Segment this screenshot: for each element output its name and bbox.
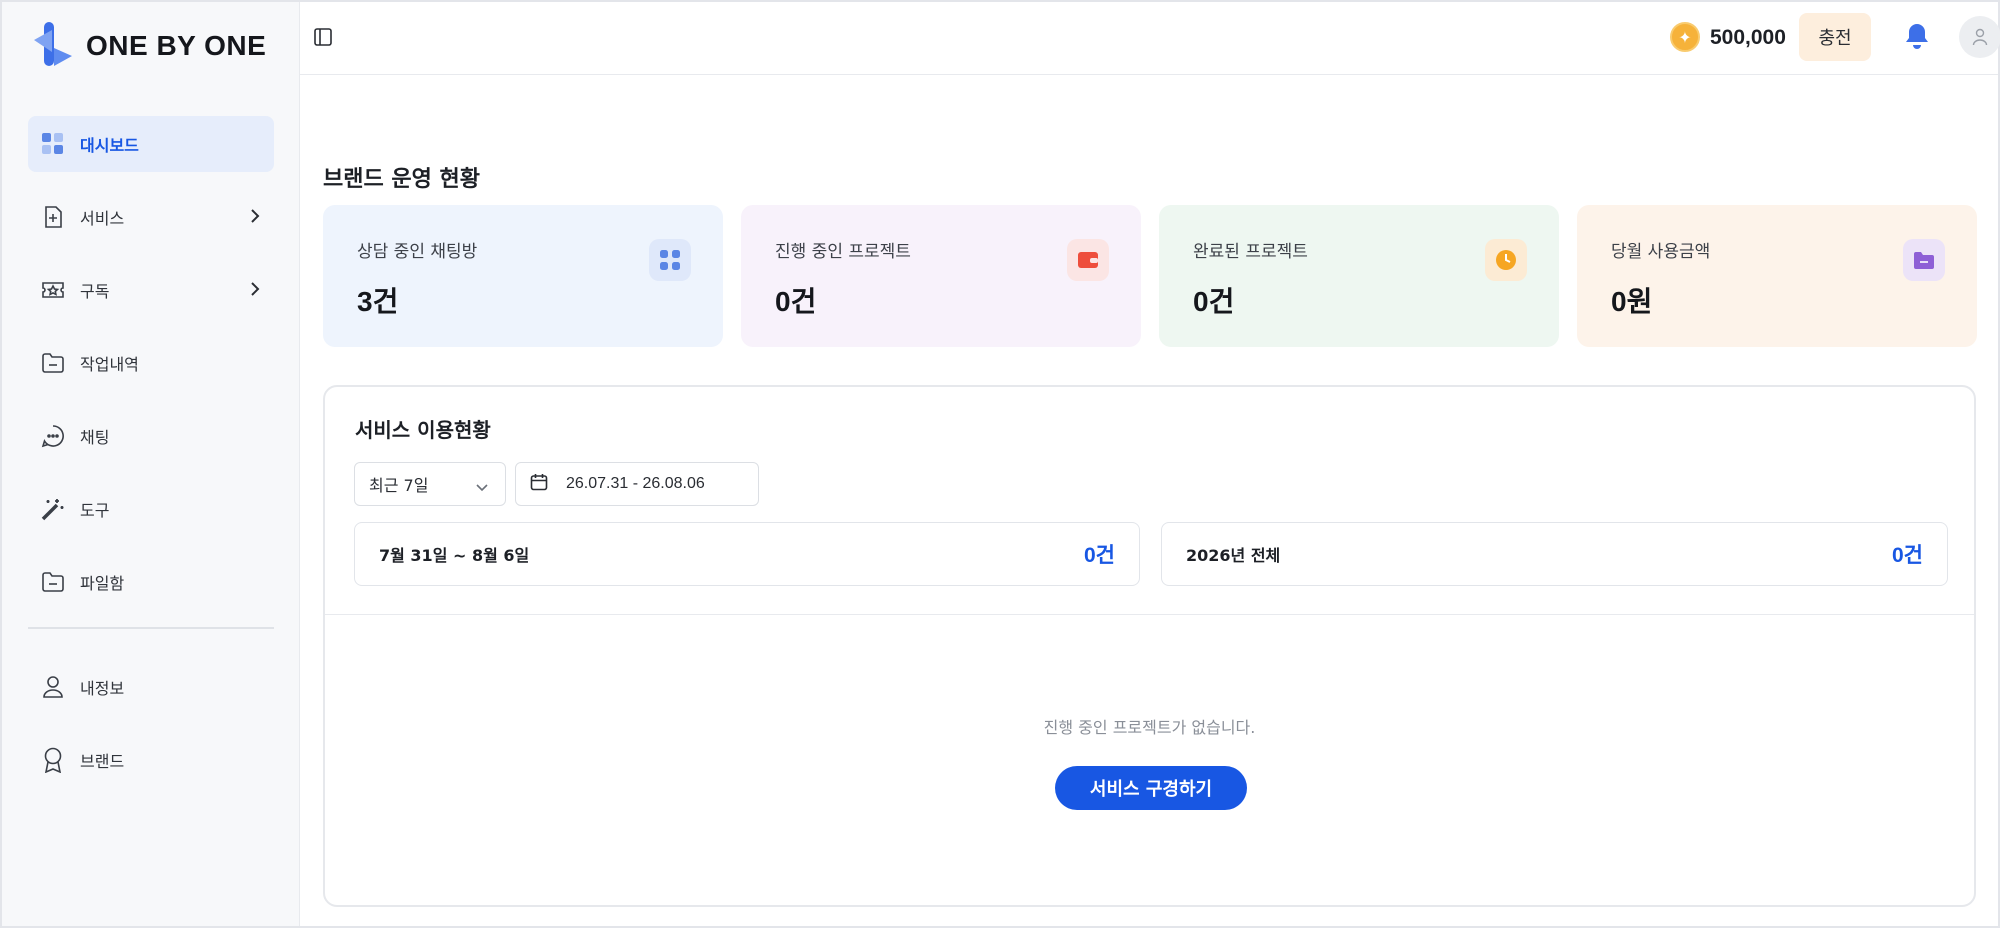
- stat-label: 당월 사용금액: [1611, 242, 1711, 262]
- avatar[interactable]: [1959, 16, 2000, 58]
- page-title: 브랜드 운영 현황: [323, 167, 480, 192]
- stat-label: 상담 중인 채팅방: [357, 242, 478, 262]
- sidebar-item-label: 작업내역: [80, 355, 139, 374]
- folder-icon: [40, 569, 66, 595]
- stat-label: 진행 중인 프로젝트: [775, 242, 911, 262]
- logo-mark-icon: [32, 22, 74, 70]
- summary-label: 2026년 전체: [1186, 546, 1281, 565]
- sidebar-toggle-icon[interactable]: [314, 28, 332, 50]
- stat-label: 완료된 프로젝트: [1193, 242, 1308, 262]
- sidebar-nav: 대시보드 서비스 구독 작업내역 채팅 도구 파일함 내정보 브랜드: [28, 116, 274, 805]
- award-ribbon-icon: [40, 747, 66, 773]
- period-select-value: 최근 7일: [369, 476, 429, 495]
- add-document-icon: [40, 204, 66, 230]
- service-usage-panel: 서비스 이용현황 최근 7일 26.07.31 - 26.08.06 7월 31…: [323, 385, 1976, 907]
- chevron-down-icon: [475, 478, 489, 497]
- folder-icon: [40, 350, 66, 376]
- sidebar-item-label: 내정보: [80, 679, 125, 698]
- sidebar-item-label: 도구: [80, 501, 110, 520]
- sidebar-item-dashboard[interactable]: 대시보드: [28, 116, 274, 172]
- stat-card-completed-projects[interactable]: 완료된 프로젝트 0건: [1159, 205, 1559, 347]
- date-range-value: 26.07.31 - 26.08.06: [566, 475, 705, 492]
- sidebar-item-tools[interactable]: 도구: [28, 481, 274, 537]
- dashboard-grid-icon: [40, 131, 66, 157]
- stat-value: 3건: [357, 286, 399, 317]
- user-icon: [40, 674, 66, 700]
- sidebar-item-label: 브랜드: [80, 752, 125, 771]
- empty-state-text: 진행 중인 프로젝트가 없습니다.: [1043, 718, 1256, 737]
- ticket-icon: [40, 277, 66, 303]
- period-select[interactable]: 최근 7일: [354, 462, 506, 506]
- sidebar-item-brand[interactable]: 브랜드: [28, 732, 274, 788]
- sidebar-item-label: 채팅: [80, 428, 110, 447]
- summary-label: 7월 31일 ~ 8월 6일: [379, 546, 530, 565]
- topbar: ✦ 500,000 충전: [300, 2, 2000, 75]
- logo-text: ONE BY ONE: [86, 30, 267, 61]
- summary-value: 0건: [1892, 544, 1923, 567]
- sidebar-item-chat[interactable]: 채팅: [28, 408, 274, 464]
- calendar-icon: [530, 473, 548, 495]
- wallet-icon: [1067, 239, 1109, 281]
- sidebar-item-my-info[interactable]: 내정보: [28, 659, 274, 715]
- brand-logo[interactable]: ONE BY ONE: [32, 22, 266, 70]
- folder-icon: [1903, 239, 1945, 281]
- sidebar-item-file-box[interactable]: 파일함: [28, 554, 274, 610]
- stat-value: 0건: [775, 286, 817, 317]
- stat-value: 0원: [1611, 286, 1653, 317]
- sidebar-divider: [28, 627, 274, 629]
- stat-card-monthly-spend[interactable]: 당월 사용금액 0원: [1577, 205, 1977, 347]
- stat-card-active-projects[interactable]: 진행 중인 프로젝트 0건: [741, 205, 1141, 347]
- balance-amount: 500,000: [1710, 26, 1786, 49]
- chat-bubble-icon: [40, 423, 66, 449]
- summary-week: 7월 31일 ~ 8월 6일 0건: [354, 522, 1140, 586]
- charge-button[interactable]: 충전: [1799, 13, 1871, 61]
- sidebar: ONE BY ONE 대시보드 서비스 구독 작업내역 채팅 도구 파일함 내정…: [2, 2, 300, 926]
- sidebar-item-label: 파일함: [80, 574, 125, 593]
- summary-year: 2026년 전체 0건: [1161, 522, 1948, 586]
- stat-card-chatrooms[interactable]: 상담 중인 채팅방 3건: [323, 205, 723, 347]
- chevron-right-icon: [250, 281, 260, 301]
- stat-value: 0건: [1193, 286, 1235, 317]
- coin-icon: ✦: [1670, 22, 1700, 52]
- usage-divider: [325, 614, 1974, 615]
- sidebar-item-service[interactable]: 서비스: [28, 189, 274, 245]
- sidebar-item-label: 서비스: [80, 209, 125, 228]
- summary-value: 0건: [1084, 544, 1115, 567]
- date-range-picker[interactable]: 26.07.31 - 26.08.06: [515, 462, 759, 506]
- sidebar-item-subscription[interactable]: 구독: [28, 262, 274, 318]
- browse-services-button[interactable]: 서비스 구경하기: [1055, 766, 1247, 810]
- sidebar-item-work-history[interactable]: 작업내역: [28, 335, 274, 391]
- bell-icon[interactable]: [1904, 22, 1930, 54]
- chevron-right-icon: [250, 208, 260, 228]
- magic-wand-icon: [40, 496, 66, 522]
- sidebar-item-label: 대시보드: [80, 136, 139, 155]
- grid-icon: [649, 239, 691, 281]
- sidebar-item-label: 구독: [80, 282, 110, 301]
- clock-icon: [1485, 239, 1527, 281]
- usage-title: 서비스 이용현황: [355, 418, 491, 442]
